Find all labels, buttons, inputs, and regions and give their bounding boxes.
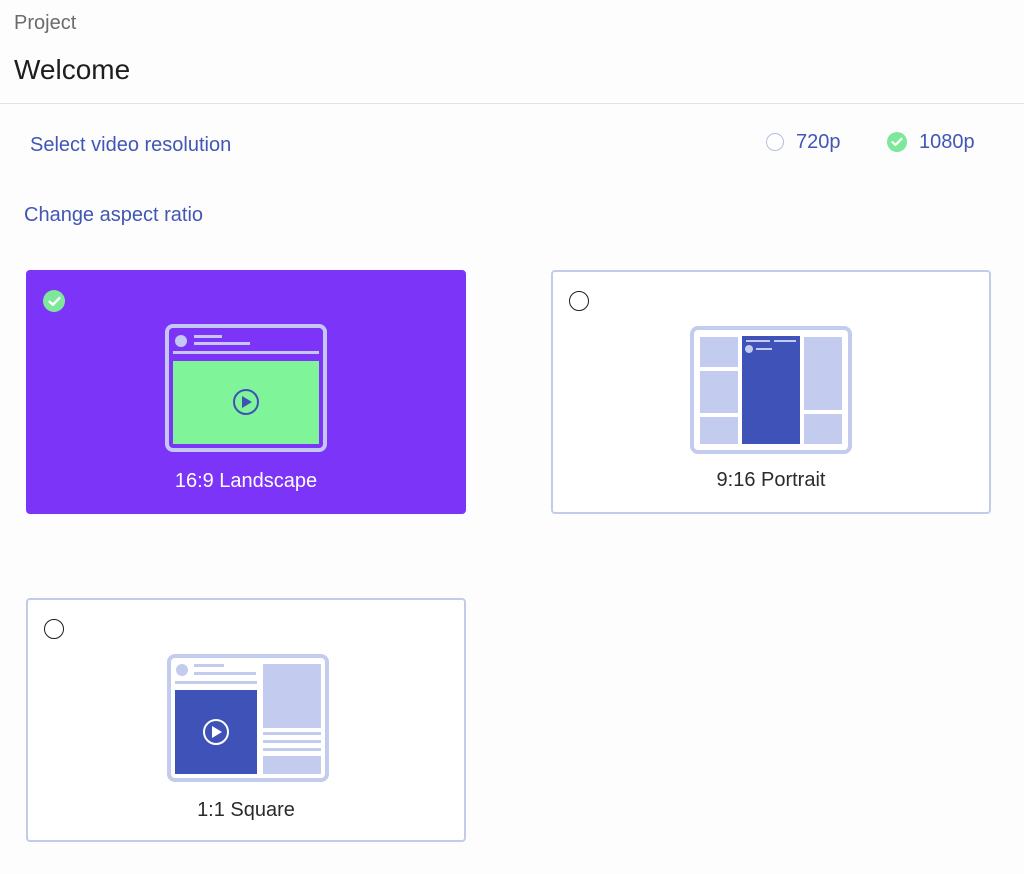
resolution-option-1080p[interactable]: 1080p bbox=[887, 130, 975, 154]
aspect-card-label: 16:9 Landscape bbox=[174, 470, 318, 492]
resolution-label: Select video resolution bbox=[30, 134, 232, 156]
square-layout-icon bbox=[167, 654, 329, 782]
aspect-card-landscape[interactable]: 16:9 Landscape bbox=[26, 270, 466, 514]
radio-unchecked-icon[interactable] bbox=[766, 133, 784, 151]
resolution-option-label: 1080p bbox=[919, 130, 975, 153]
page-header: Project Welcome bbox=[0, 0, 1024, 104]
landscape-layout-icon bbox=[165, 324, 327, 452]
radio-unchecked-icon[interactable] bbox=[44, 619, 64, 639]
aspect-card-portrait[interactable]: 9:16 Portrait bbox=[551, 270, 991, 514]
check-circle-icon[interactable] bbox=[43, 290, 65, 312]
aspect-card-label: 9:16 Portrait bbox=[716, 469, 826, 491]
resolution-option-label: 720p bbox=[796, 130, 841, 153]
aspect-ratio-label: Change aspect ratio bbox=[24, 204, 204, 226]
portrait-layout-icon bbox=[690, 326, 852, 454]
page-title: Welcome bbox=[14, 54, 131, 85]
breadcrumb[interactable]: Project bbox=[14, 12, 76, 35]
check-circle-icon[interactable] bbox=[887, 132, 907, 152]
aspect-card-label: 1:1 Square bbox=[197, 799, 295, 821]
radio-unchecked-icon[interactable] bbox=[569, 291, 589, 311]
resolution-option-720p[interactable]: 720p bbox=[766, 130, 841, 154]
aspect-card-square[interactable]: 1:1 Square bbox=[26, 598, 466, 842]
